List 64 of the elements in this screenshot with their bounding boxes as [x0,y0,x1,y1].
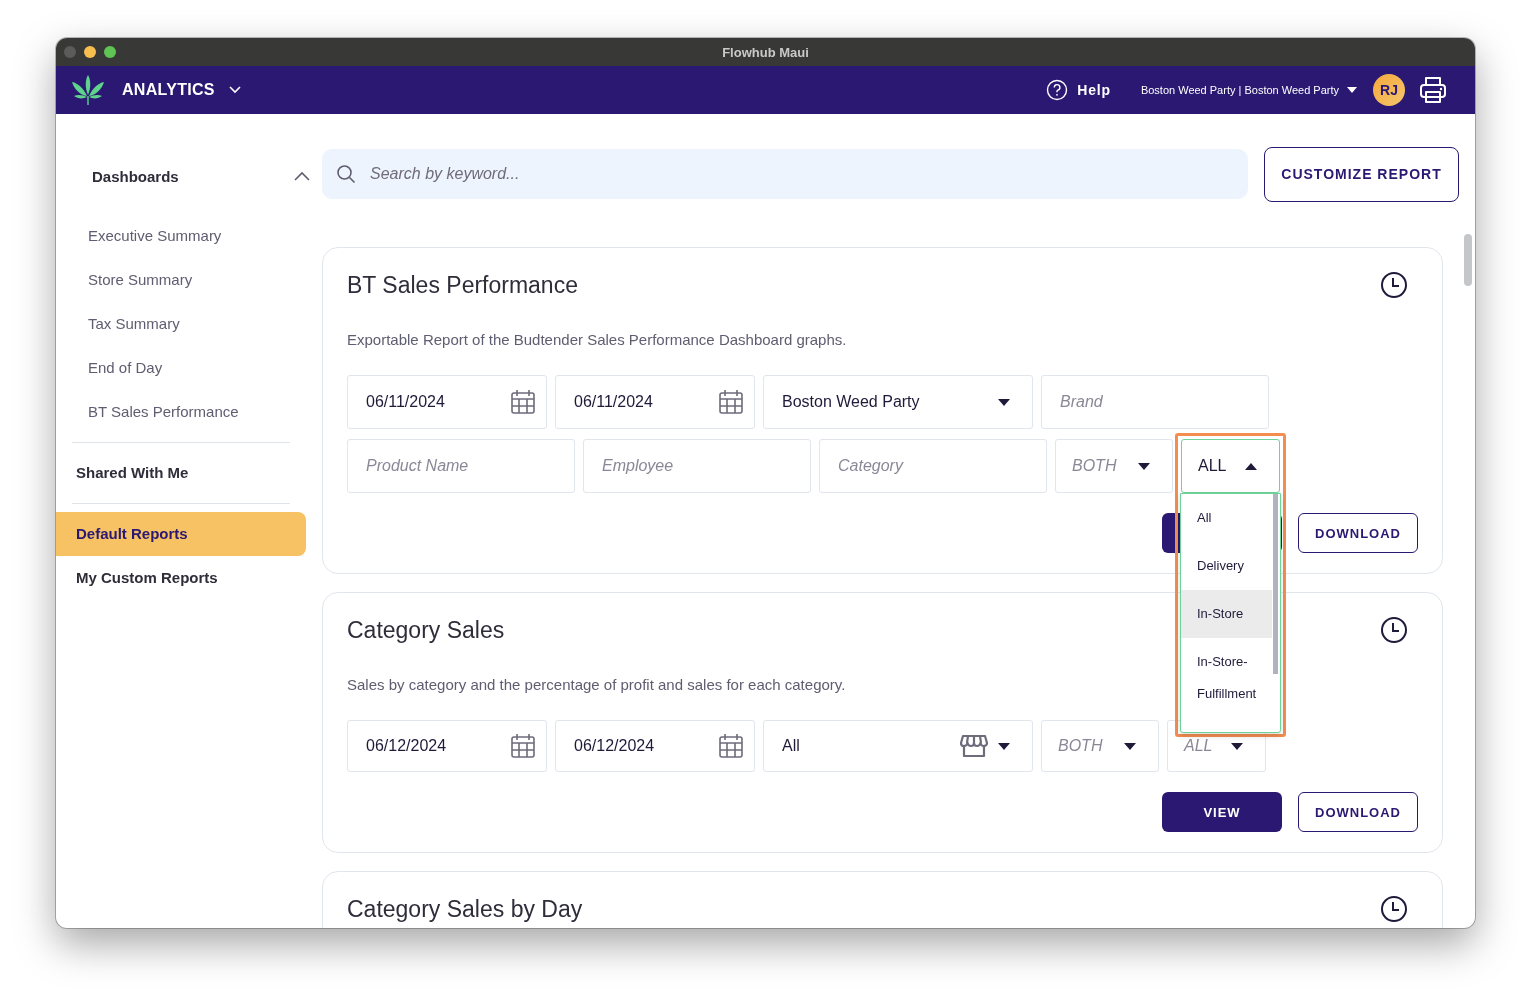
report-description: Sales by category and the percentage of profit and sales for each category. [347,676,846,693]
caret-icon [1231,742,1243,750]
download-button[interactable]: DOWNLOAD [1298,513,1418,553]
menu-option[interactable]: All [1181,494,1272,542]
avatar[interactable]: RJ [1373,74,1405,106]
window-control[interactable] [84,46,96,58]
menu-option[interactable]: Delivery [1181,542,1272,590]
scrollbar-thumb[interactable] [1464,234,1472,286]
sidebar-item[interactable]: Store Summary [56,258,193,302]
window-control[interactable] [104,46,116,58]
sidebar-item[interactable]: Tax Summary [56,302,180,346]
chevron-down-icon [228,86,241,94]
sidebar-item[interactable]: End of Day [56,346,163,390]
date-field[interactable]: 06/11/2024 [555,375,755,429]
calendar-icon [718,389,744,415]
date-field[interactable]: 06/11/2024 [347,375,547,429]
caret-icon [998,742,1010,750]
printer-icon[interactable] [1419,76,1447,104]
sidebar-link[interactable]: My Custom Reports [56,556,306,600]
menu-option[interactable]: In-Store-Fulfillment [1181,638,1272,718]
report-title: Category Sales by Day [347,895,583,923]
report-title: BT Sales Performance [347,271,578,299]
text-field[interactable]: Category [819,439,1047,493]
customize-report-button[interactable]: CUSTOMIZE REPORT [1264,146,1459,202]
sidebar-item[interactable]: BT Sales Performance [56,390,239,434]
search-icon [336,164,356,184]
text-field[interactable]: Brand [1041,375,1269,429]
sidebar-group-header[interactable]: Dashboards [92,156,310,196]
window-title: Flowhub Maui [722,44,809,60]
caret-icon [1347,87,1357,93]
caret-icon [1245,462,1257,470]
calendar-icon [510,389,536,415]
calendar-icon [718,733,744,759]
dropdown[interactable]: ALL [1181,439,1280,493]
sidebar-link[interactable]: Default Reports [56,512,306,556]
calendar-icon [510,733,536,759]
leaf-logo-icon [72,75,104,105]
chevron-up-icon [294,171,310,181]
clock-icon [1380,271,1408,299]
date-field[interactable]: 06/12/2024 [347,720,547,772]
help-button[interactable]: Help [1046,79,1111,101]
text-field[interactable]: Product Name [347,439,575,493]
clock-icon [1380,895,1408,923]
report-title: Category Sales [347,616,505,644]
store-icon [960,734,988,758]
menu-option[interactable]: In-Store [1181,590,1272,638]
view-button[interactable]: VIEW [1162,792,1282,832]
text-field[interactable]: Employee [583,439,811,493]
clock-icon [1380,616,1408,644]
report-description: Exportable Report of the Budtender Sales Performance Dashboard graphs. [347,331,847,348]
search-field[interactable]: Search by keyword... [322,149,1248,199]
date-field[interactable]: 06/12/2024 [555,720,755,772]
scrollbar-thumb[interactable] [1273,494,1278,674]
store-dropdown[interactable]: All [763,720,1033,772]
caret-icon [1124,742,1136,750]
caret-icon [1138,462,1150,470]
dropdown[interactable]: Boston Weed Party [763,375,1033,429]
app-menu-button[interactable]: ANALYTICS [118,81,245,99]
sidebar-item[interactable]: Executive Summary [56,214,222,258]
help-icon [1046,79,1069,101]
sidebar-link[interactable]: Shared With Me [56,451,306,495]
location-dropdown[interactable]: Boston Weed Party | Boston Weed Party [1140,84,1357,96]
caret-icon [998,398,1010,406]
download-button[interactable]: DOWNLOAD [1298,792,1418,832]
